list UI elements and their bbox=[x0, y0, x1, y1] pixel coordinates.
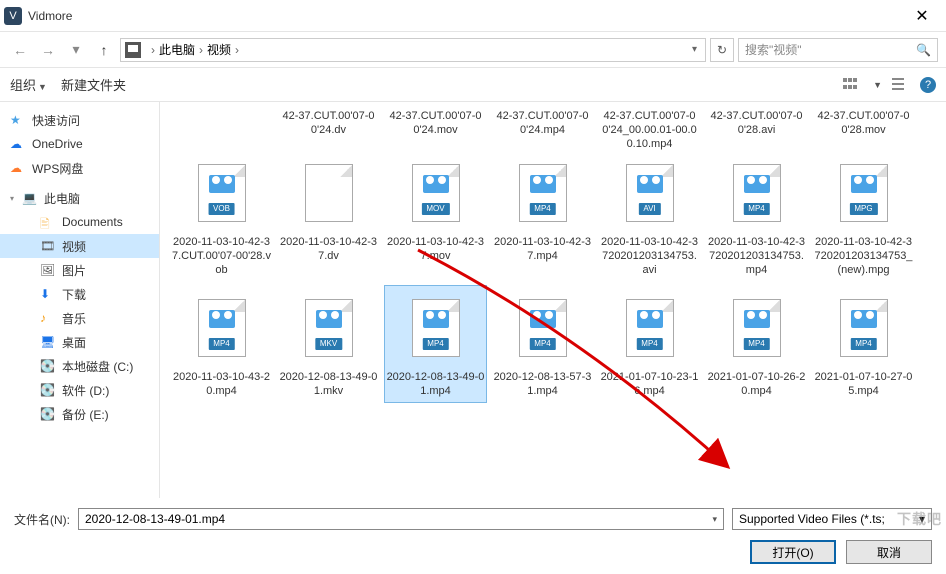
sidebar-item-desktop[interactable]: 🖥桌面 bbox=[0, 330, 159, 354]
breadcrumb[interactable]: › 此电脑 › 视频 › ▾ bbox=[120, 38, 706, 62]
file-item[interactable]: 42-37.CUT.00'07-00'28.avi bbox=[705, 106, 808, 146]
file-item[interactable]: MP42021-01-07-10-26-20.mp4 bbox=[705, 285, 808, 403]
up-button[interactable]: ↑ bbox=[92, 38, 116, 62]
sidebar-item-music[interactable]: ♪音乐 bbox=[0, 306, 159, 330]
file-pane: 42-37.CUT.00'07-00'24.dv 42-37.CUT.00'07… bbox=[160, 102, 946, 498]
app-icon: V bbox=[4, 7, 22, 25]
sidebar: ★快速访问 ☁OneDrive ☁WPS网盘 ▾💻此电脑 🖹Documents … bbox=[0, 102, 160, 498]
sidebar-item-documents[interactable]: 🖹Documents bbox=[0, 210, 159, 234]
newfolder-button[interactable]: 新建文件夹 bbox=[61, 75, 126, 94]
file-item[interactable]: 2020-11-03-10-42-37.dv bbox=[277, 150, 380, 281]
recent-dropdown[interactable]: ▾ bbox=[64, 38, 88, 62]
file-item[interactable]: MP42020-11-03-10-42-3720201203134753.mp4 bbox=[705, 150, 808, 281]
cancel-button[interactable]: 取消 bbox=[846, 540, 932, 564]
search-icon: 🔍 bbox=[916, 43, 931, 57]
file-item[interactable]: MKV2020-12-08-13-49-01.mkv bbox=[277, 285, 380, 403]
forward-button[interactable]: → bbox=[36, 38, 60, 62]
file-item[interactable]: 42-37.CUT.00'07-00'24.mov bbox=[384, 106, 487, 146]
refresh-button[interactable]: ↻ bbox=[710, 38, 734, 62]
file-item[interactable]: MP42020-11-03-10-42-37.mp4 bbox=[491, 150, 594, 281]
view-dropdown[interactable]: ▼ bbox=[873, 80, 882, 90]
file-item[interactable]: MP42021-01-07-10-27-05.mp4 bbox=[812, 285, 915, 403]
sidebar-item-onedrive[interactable]: ☁OneDrive bbox=[0, 132, 159, 156]
file-item[interactable]: 42-37.CUT.00'07-00'24.mp4 bbox=[491, 106, 594, 146]
help-button[interactable]: ? bbox=[920, 77, 936, 93]
sidebar-item-video[interactable]: 🎞视频 bbox=[0, 234, 159, 258]
pc-icon bbox=[125, 42, 141, 58]
sidebar-item-wps[interactable]: ☁WPS网盘 bbox=[0, 156, 159, 180]
window-title: Vidmore bbox=[28, 9, 72, 23]
view-icons-button[interactable] bbox=[843, 78, 861, 92]
sidebar-item-quickaccess[interactable]: ★快速访问 bbox=[0, 108, 159, 132]
organize-menu[interactable]: 组织▼ bbox=[10, 75, 47, 94]
view-details-button[interactable] bbox=[892, 78, 910, 92]
file-item[interactable]: 42-37.CUT.00'07-00'24_00.00.01-00.00.10.… bbox=[598, 106, 701, 146]
sidebar-item-pictures[interactable]: 🖼图片 bbox=[0, 258, 159, 282]
file-item[interactable]: MP42020-12-08-13-49-01.mp4 bbox=[384, 285, 487, 403]
sidebar-item-ddrive[interactable]: 💽软件 (D:) bbox=[0, 378, 159, 402]
search-placeholder: 搜索"视频" bbox=[745, 41, 802, 58]
close-button[interactable]: ✕ bbox=[902, 1, 942, 31]
file-item[interactable]: AVI2020-11-03-10-42-3720201203134753.avi bbox=[598, 150, 701, 281]
file-item[interactable]: MP42021-01-07-10-23-16.mp4 bbox=[598, 285, 701, 403]
open-button[interactable]: 打开(O) bbox=[750, 540, 836, 564]
file-item[interactable]: 42-37.CUT.00'07-00'28.mov bbox=[812, 106, 915, 146]
file-item[interactable]: MP42020-12-08-13-57-31.mp4 bbox=[491, 285, 594, 403]
breadcrumb-dropdown[interactable]: ▾ bbox=[688, 44, 701, 55]
filter-dropdown[interactable]: Supported Video Files (*.ts; ▾ bbox=[732, 508, 932, 530]
file-item[interactable]: 42-37.CUT.00'07-00'24.dv bbox=[277, 106, 380, 146]
breadcrumb-pc[interactable]: 此电脑 bbox=[159, 41, 195, 58]
breadcrumb-loc[interactable]: 视频 bbox=[207, 41, 231, 58]
back-button[interactable]: ← bbox=[8, 38, 32, 62]
file-item[interactable]: VOB2020-11-03-10-42-37.CUT.00'07-00'28.v… bbox=[170, 150, 273, 281]
sidebar-item-downloads[interactable]: ⬇下载 bbox=[0, 282, 159, 306]
sidebar-item-pc[interactable]: ▾💻此电脑 bbox=[0, 186, 159, 210]
file-item[interactable]: MPG2020-11-03-10-42-3720201203134753_(ne… bbox=[812, 150, 915, 281]
sidebar-item-cdrive[interactable]: 💽本地磁盘 (C:) bbox=[0, 354, 159, 378]
filename-label: 文件名(N): bbox=[14, 511, 70, 528]
filename-input[interactable]: 2020-12-08-13-49-01.mp4▾ bbox=[78, 508, 724, 530]
file-item[interactable]: MOV2020-11-03-10-42-37.mov bbox=[384, 150, 487, 281]
search-input[interactable]: 搜索"视频" 🔍 bbox=[738, 38, 938, 62]
file-item[interactable]: MP42020-11-03-10-43-20.mp4 bbox=[170, 285, 273, 403]
sidebar-item-edrive[interactable]: 💽备份 (E:) bbox=[0, 402, 159, 426]
